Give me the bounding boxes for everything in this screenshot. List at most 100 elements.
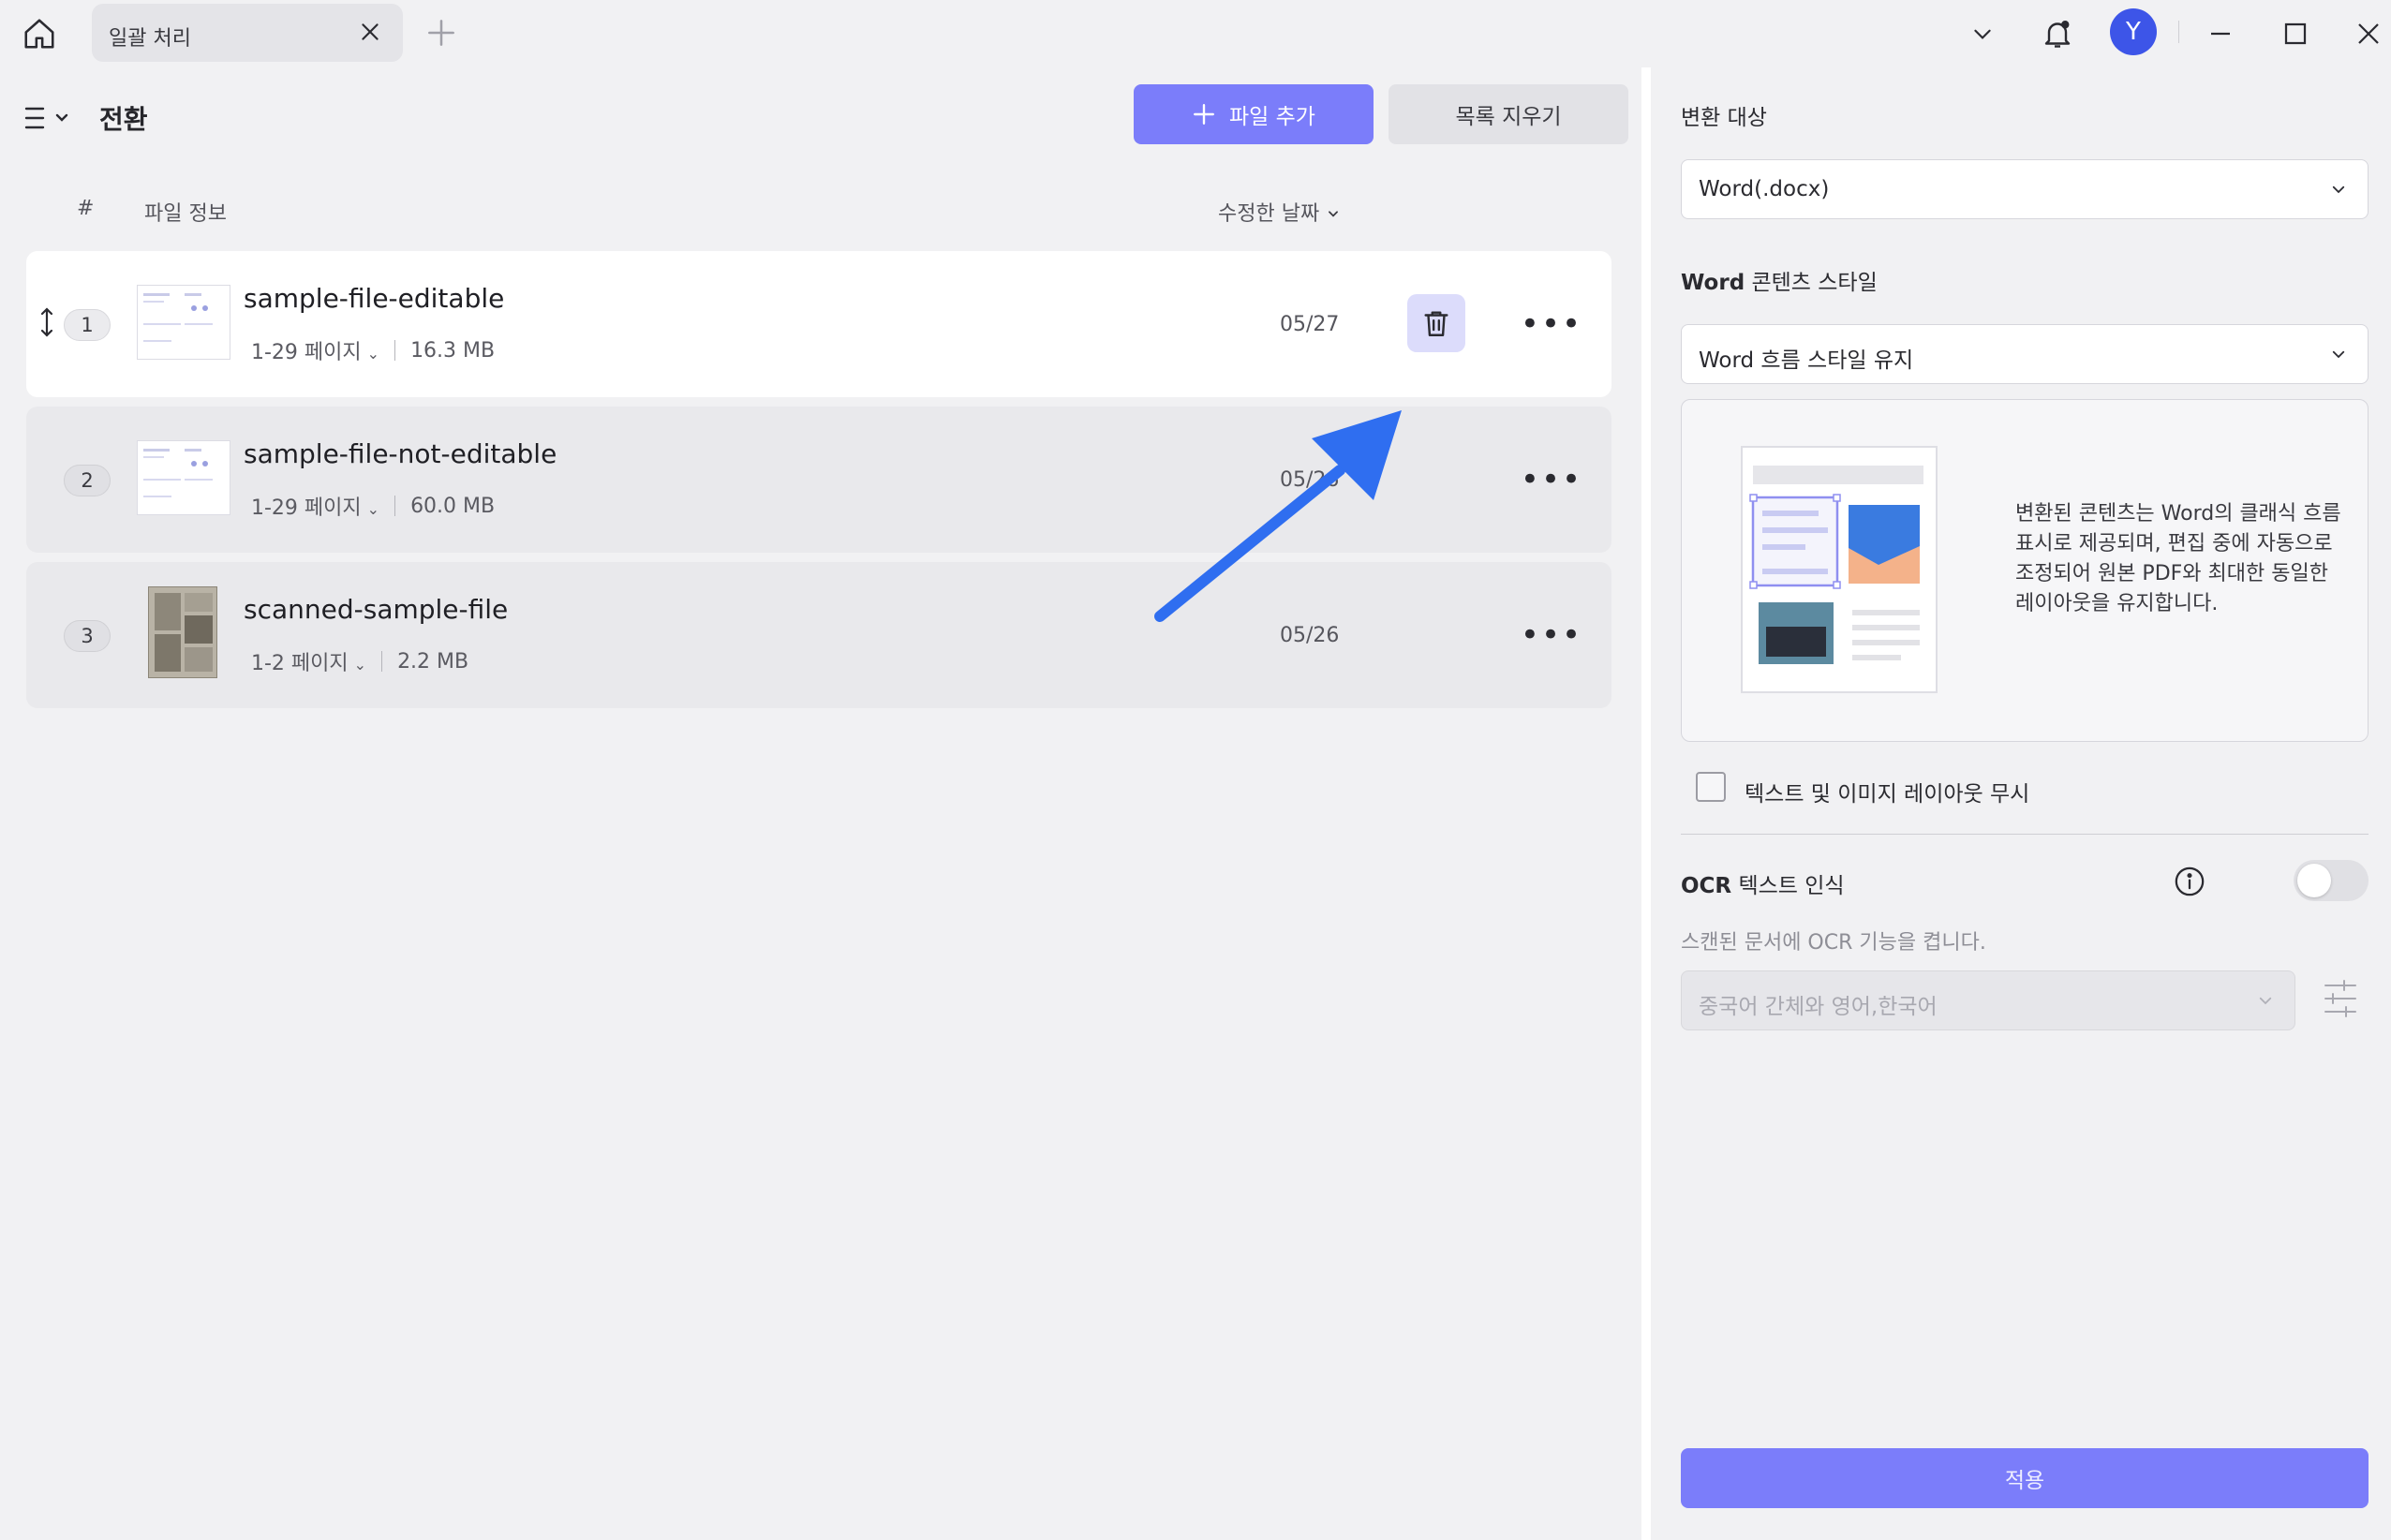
ignore-layout-checkbox[interactable] (1696, 772, 1726, 802)
ocr-label-bold: OCR (1681, 874, 1732, 898)
minimize-icon (2211, 32, 2230, 36)
hamburger-menu-icon (24, 107, 68, 129)
content-style-label-rest: 콘텐츠 스타일 (1745, 271, 1878, 295)
tab-title: 일괄 처리 (109, 27, 191, 51)
apply-label: 적용 (2004, 1469, 2045, 1493)
ocr-label-rest: 텍스트 인식 (1731, 874, 1845, 898)
more-options-button[interactable]: ••• (1521, 461, 1581, 498)
ocr-label: OCR 텍스트 인식 (1681, 867, 1845, 899)
page-title: 전환 (99, 104, 148, 135)
column-header-modified-sort[interactable]: 수정한 날짜 (1218, 197, 1340, 227)
toggle-knob (2297, 864, 2331, 897)
row-index: 3 (64, 620, 111, 652)
column-header-modified: 수정한 날짜 (1218, 202, 1320, 226)
file-name: sample-file-editable (244, 283, 505, 314)
page-range-selector[interactable]: 1-29 페이지 ⌄ (251, 491, 379, 521)
close-window-button[interactable] (2348, 13, 2389, 54)
title-bar: 일괄 처리 Y (0, 0, 2391, 67)
page-range-selector[interactable]: 1-2 페이지 ⌄ (251, 646, 366, 676)
divider (394, 496, 396, 516)
add-files-label: 파일 추가 (1229, 105, 1315, 129)
row-index: 2 (64, 465, 111, 496)
content-style-select[interactable]: Word 흐름 스타일 유지 (1681, 324, 2369, 384)
file-meta: 1-29 페이지 ⌄ 60.0 MB (251, 491, 495, 521)
file-thumbnail (148, 586, 217, 678)
divider (2178, 21, 2179, 43)
trash-icon (1424, 311, 1448, 336)
conversion-settings-panel: 변환 대상 Word(.docx) Word 콘텐츠 스타일 Word 흐름 스… (1651, 67, 2391, 1540)
section-divider (1681, 834, 2369, 835)
chevron-down-icon: ⌄ (353, 656, 367, 674)
home-icon (24, 19, 54, 49)
column-header-file-info: 파일 정보 (144, 202, 227, 226)
ocr-language-select[interactable]: 중국어 간체와 영어,한국어 (1681, 970, 2295, 1030)
page-range-selector[interactable]: 1-29 페이지 ⌄ (251, 335, 379, 365)
drag-handle-icon[interactable] (37, 305, 56, 339)
more-icon: ••• (1520, 616, 1583, 654)
file-size: 16.3 MB (410, 338, 496, 363)
notifications-button[interactable] (2037, 13, 2078, 54)
content-style-value: Word 흐름 스타일 유지 (1699, 348, 1914, 373)
more-options-button[interactable]: ••• (1521, 305, 1581, 343)
file-thumbnail (137, 285, 230, 360)
sliders-icon[interactable] (2322, 978, 2359, 1019)
file-list-panel: 전환 파일 추가 목록 지우기 # 파일 정보 수정한 날짜 1 sample-… (0, 67, 1651, 1540)
divider (381, 651, 383, 672)
more-icon: ••• (1520, 305, 1583, 343)
document-preview-illustration (1741, 446, 1938, 693)
target-format-value: Word(.docx) (1699, 177, 1830, 201)
plus-icon (1194, 104, 1214, 125)
tab-batch-process[interactable]: 일괄 처리 (92, 4, 403, 62)
style-preview: 변환된 콘텐츠는 Word의 클래식 흐름 표시로 제공되며, 편집 중에 자동… (1681, 399, 2369, 742)
info-icon[interactable] (2174, 866, 2205, 897)
chevron-down-icon (2332, 185, 2345, 194)
divider (394, 340, 396, 361)
bell-icon (2044, 21, 2071, 48)
file-size: 2.2 MB (397, 649, 469, 674)
ocr-toggle[interactable] (2294, 860, 2369, 901)
chevron-down-icon (1974, 29, 1991, 39)
maximize-button[interactable] (2275, 13, 2316, 54)
ocr-language-value: 중국어 간체와 영어,한국어 (1699, 995, 1938, 1019)
close-icon[interactable] (358, 20, 382, 44)
file-row[interactable]: 1 sample-file-editable 1-29 페이지 ⌄ 16.3 MB… (26, 251, 1611, 397)
target-format-label: 변환 대상 (1681, 106, 1767, 130)
content-style-label-word: Word (1681, 271, 1745, 295)
add-tab-icon[interactable] (423, 15, 459, 51)
apply-button[interactable]: 적용 (1681, 1448, 2369, 1508)
file-meta: 1-29 페이지 ⌄ 16.3 MB (251, 335, 495, 365)
minimize-button[interactable] (2200, 13, 2241, 54)
file-name: scanned-sample-file (244, 594, 509, 625)
chevron-down-icon (1329, 211, 1339, 217)
chevron-down-icon (2259, 997, 2272, 1005)
file-size: 60.0 MB (410, 494, 496, 518)
avatar[interactable]: Y (2110, 8, 2157, 55)
file-thumbnail (137, 440, 230, 515)
file-row[interactable]: 3 scanned-sample-file 1-2 페이지 ⌄ 2.2 MB 05… (26, 562, 1611, 708)
dropdown-button[interactable] (1962, 13, 2003, 54)
page-range: 1-29 페이지 (251, 341, 362, 364)
close-icon (2358, 23, 2379, 44)
page-range: 1-29 페이지 (251, 496, 362, 520)
add-files-button[interactable]: 파일 추가 (1134, 84, 1374, 144)
page-range: 1-2 페이지 (251, 652, 349, 675)
maximize-icon (2284, 22, 2307, 45)
file-row[interactable]: 2 sample-file-not-editable 1-29 페이지 ⌄ 60.… (26, 407, 1611, 553)
file-date: 05/26 (1280, 624, 1340, 647)
style-description: 변환된 콘텐츠는 Word의 클래식 흐름 표시로 제공되며, 편집 중에 자동… (2015, 502, 2341, 615)
file-meta: 1-2 페이지 ⌄ 2.2 MB (251, 646, 468, 676)
clear-list-label: 목록 지우기 (1455, 105, 1562, 129)
chevron-down-icon: ⌄ (366, 500, 380, 518)
target-format-select[interactable]: Word(.docx) (1681, 159, 2369, 219)
ignore-layout-label: 텍스트 및 이미지 레이아웃 무시 (1745, 782, 2030, 807)
file-date: 05/27 (1280, 313, 1340, 336)
clear-list-button[interactable]: 목록 지우기 (1389, 84, 1628, 144)
menu-button[interactable] (22, 99, 75, 137)
home-button[interactable] (19, 13, 60, 54)
delete-file-button[interactable] (1407, 294, 1465, 352)
file-date: 05/26 (1280, 468, 1340, 492)
row-index: 1 (64, 309, 111, 341)
more-options-button[interactable]: ••• (1521, 616, 1581, 654)
ocr-subtitle: 스캔된 문서에 OCR 기능을 켭니다. (1681, 931, 1986, 955)
content-style-label: Word 콘텐츠 스타일 (1681, 264, 1878, 296)
